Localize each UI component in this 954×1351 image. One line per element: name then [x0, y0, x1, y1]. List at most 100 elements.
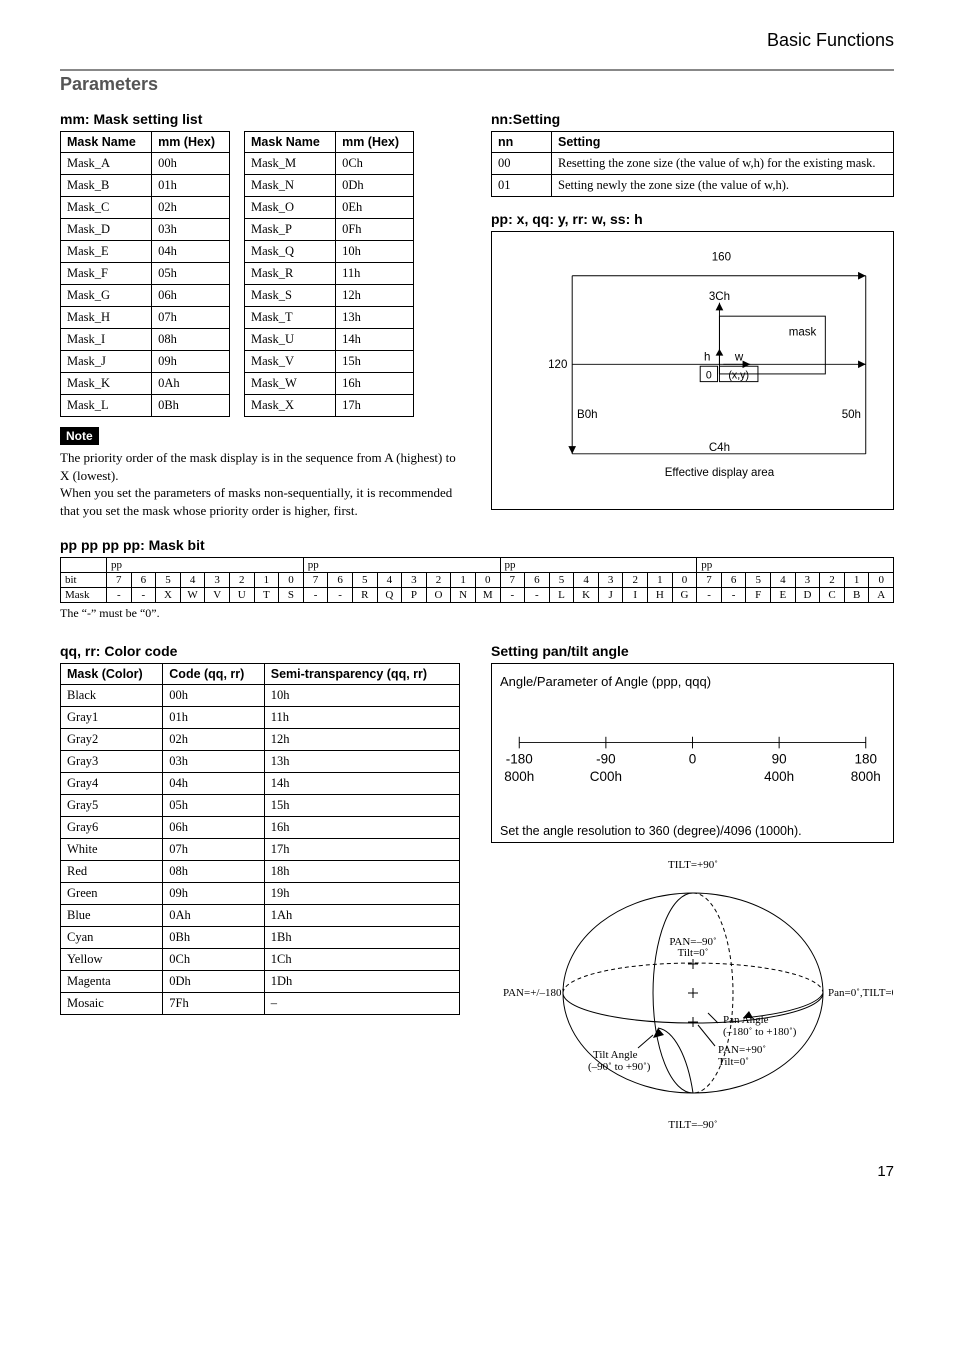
mask-cell: N [451, 588, 476, 603]
diag-b0h: B0h [577, 409, 598, 421]
cell: 0Fh [336, 219, 414, 241]
cell: Mask_H [61, 307, 152, 329]
angle-note: Set the angle resolution to 360 (degree)… [500, 824, 885, 838]
color-heading: qq, rr: Color code [60, 643, 463, 659]
mask-cell: D [795, 588, 820, 603]
bit-cell: 2 [623, 573, 648, 588]
table-row: Mask_X17h [245, 395, 414, 417]
mask-cell: V [205, 588, 230, 603]
table-row: Mask_H07h [61, 307, 230, 329]
mask-cell: P [402, 588, 427, 603]
cell: Magenta [61, 971, 163, 993]
bit-cell: 1 [254, 573, 279, 588]
mask-cell: - [107, 588, 132, 603]
table-row: Gray202h12h [61, 729, 460, 751]
bit-cell: 2 [426, 573, 451, 588]
mask-cell: - [303, 588, 328, 603]
bit-cell: 7 [697, 573, 722, 588]
cell: 02h [152, 197, 230, 219]
cell: Mask_S [245, 285, 336, 307]
cell: Mask_N [245, 175, 336, 197]
cell: Red [61, 861, 163, 883]
bit-cell: 1 [648, 573, 673, 588]
cell: 15h [264, 795, 459, 817]
cell: 14h [264, 773, 459, 795]
bit-cell: 3 [795, 573, 820, 588]
diag-mask: mask [789, 326, 817, 338]
diag-c4h: C4h [709, 442, 730, 454]
table-row: Magenta0Dh1Dh [61, 971, 460, 993]
cell: 03h [163, 751, 264, 773]
cell: 03h [152, 219, 230, 241]
th-mask-name: Mask Name [61, 132, 152, 153]
cell: 10h [264, 685, 459, 707]
lbl-pan-angle: Pan Angle [723, 1014, 769, 1026]
bit-cell: 3 [205, 573, 230, 588]
th-code: Code (qq, rr) [163, 664, 264, 685]
bit-cell: 3 [598, 573, 623, 588]
tick-deg-4: 180 [855, 752, 877, 767]
th-semi: Semi-transparency (qq, rr) [264, 664, 459, 685]
pp-group: pp [697, 558, 894, 573]
table-row: Mask_E04h [61, 241, 230, 263]
cell: Mask_A [61, 153, 152, 175]
bit-cell: 4 [771, 573, 796, 588]
table-row: 00Resetting the zone size (the value of … [492, 153, 894, 175]
table-row: Mask_W16h [245, 373, 414, 395]
cell: 19h [264, 883, 459, 905]
table-row: White07h17h [61, 839, 460, 861]
maskbit-table: pppppppp bit7654321076543210765432107654… [60, 557, 894, 603]
cell: 1Dh [264, 971, 459, 993]
lbl-pan-range: (–180˚ to +180˚) [723, 1026, 797, 1038]
mm-table-a: Mask Name mm (Hex) Mask_A00hMask_B01hMas… [60, 131, 230, 417]
cell: 1Bh [264, 927, 459, 949]
cell: 00 [492, 153, 552, 175]
table-row: Mask_I08h [61, 329, 230, 351]
cell: Mask_C [61, 197, 152, 219]
table-row: Gray303h13h [61, 751, 460, 773]
cell: 0Ah [152, 373, 230, 395]
mask-cell: W [180, 588, 205, 603]
cell: 08h [163, 861, 264, 883]
bit-label: bit [61, 573, 107, 588]
lbl-tilt-minus90: TILT=–90˚ [668, 1119, 717, 1131]
cell: Gray4 [61, 773, 163, 795]
tick-deg-0: -180 [506, 752, 533, 767]
cell: Yellow [61, 949, 163, 971]
pantilt-heading: Setting pan/tilt angle [491, 643, 894, 659]
table-row: Mask_L0Bh [61, 395, 230, 417]
cell: Setting newly the zone size (the value o… [552, 175, 894, 197]
table-row: Mask_B01h [61, 175, 230, 197]
cell: 01h [163, 707, 264, 729]
lbl-pan-pm180: PAN=+/–180˚ [503, 987, 565, 999]
cell: 00h [163, 685, 264, 707]
th-color: Mask (Color) [61, 664, 163, 685]
chapter-title: Basic Functions [60, 30, 894, 51]
cell: Mask_F [61, 263, 152, 285]
mm-heading: mm: Mask setting list [60, 111, 463, 127]
cell: Mask_P [245, 219, 336, 241]
cell: Gray5 [61, 795, 163, 817]
tick-deg-1: -90 [596, 752, 615, 767]
cell: 05h [152, 263, 230, 285]
cell: 12h [336, 285, 414, 307]
maskbit-heading: pp pp pp pp: Mask bit [60, 537, 894, 553]
diag-caption: Effective display area [665, 467, 775, 479]
bit-cell: 1 [844, 573, 869, 588]
cell: Mask_M [245, 153, 336, 175]
cell: 01h [152, 175, 230, 197]
cell: 09h [152, 351, 230, 373]
lbl-tilt0a: Tilt=0˚ [677, 947, 708, 959]
cell: 0Dh [336, 175, 414, 197]
table-row: Mask_A00h [61, 153, 230, 175]
cell: White [61, 839, 163, 861]
cell: 7Fh [163, 993, 264, 1015]
pantilt-sphere-diagram: TILT=+90˚ PAN=–90˚ Tilt=0˚ PAN=+90˚ Tilt… [493, 853, 893, 1133]
nn-heading: nn:Setting [491, 111, 894, 127]
table-row: Mask_C02h [61, 197, 230, 219]
cell: 02h [163, 729, 264, 751]
table-row: Gray101h11h [61, 707, 460, 729]
mask-cell: - [697, 588, 722, 603]
bit-cell: 3 [402, 573, 427, 588]
pp-group: pp [303, 558, 500, 573]
